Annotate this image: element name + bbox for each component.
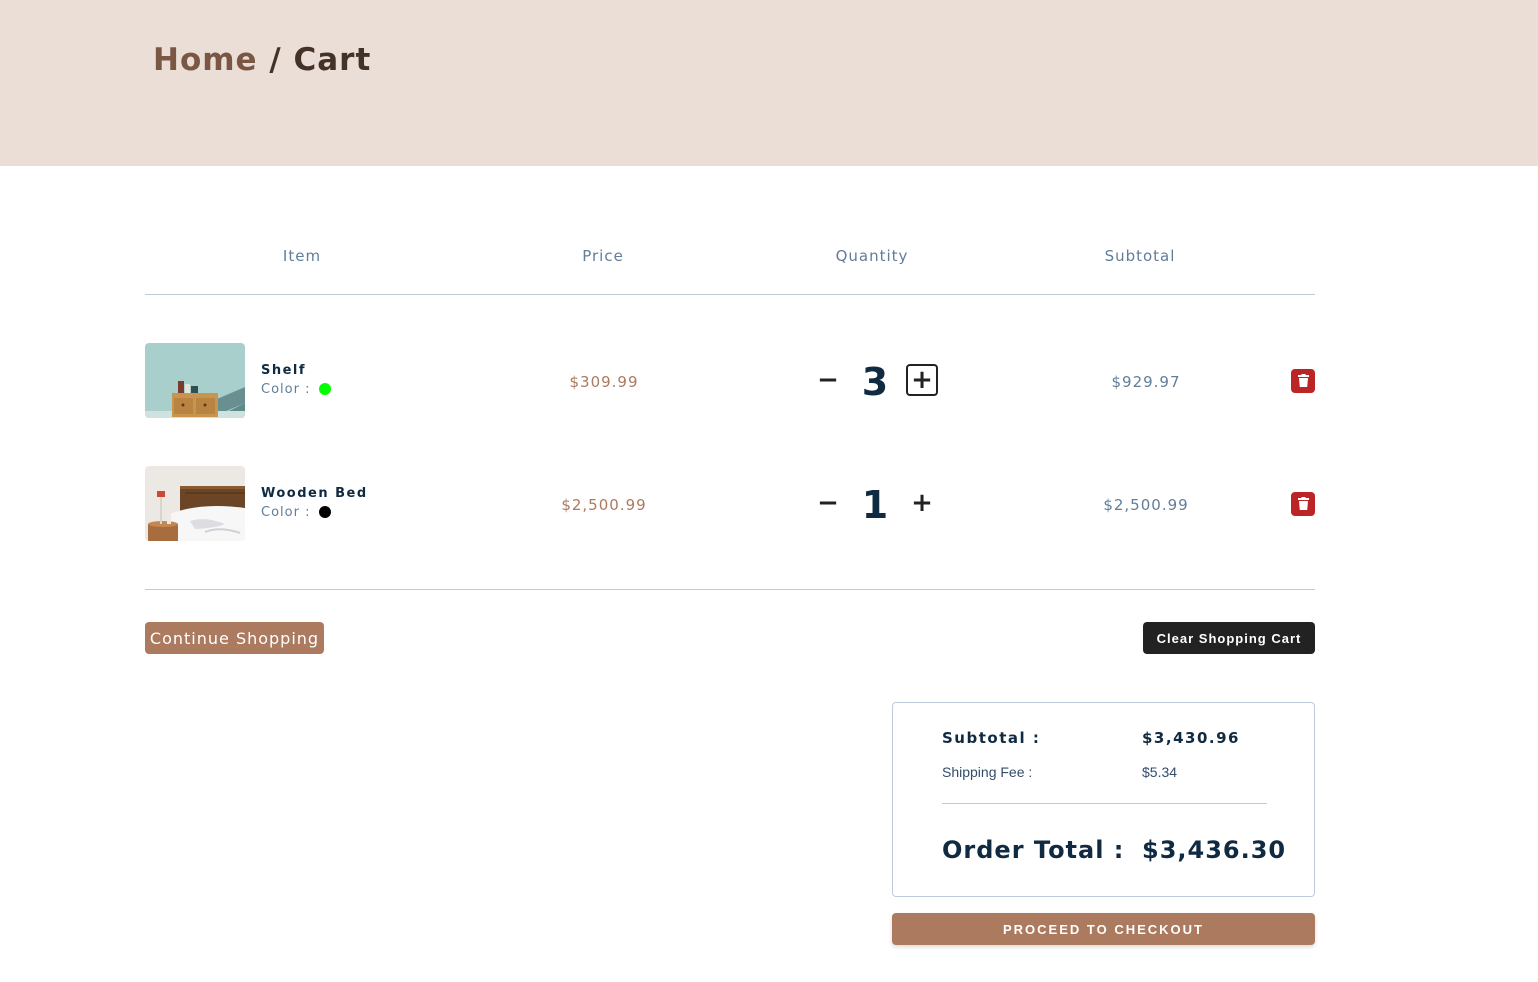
- increase-quantity-button[interactable]: +: [906, 487, 938, 519]
- item-name: Shelf: [261, 363, 307, 378]
- page-hero: Home / Cart: [0, 0, 1538, 166]
- cart-item-row: Wooden Bed Color : $2,500.99 − 1 + $2,50…: [145, 466, 1315, 542]
- item-color-label: Color :: [261, 382, 311, 397]
- item-quantity: 1: [861, 483, 889, 527]
- cart-item-row: Shelf Color : $309.99 − 3 + $929.97: [145, 343, 1315, 419]
- remove-item-button[interactable]: [1291, 369, 1315, 393]
- breadcrumb: Home / Cart: [153, 42, 371, 78]
- breadcrumb-home-link[interactable]: Home: [153, 42, 258, 78]
- decrease-quantity-button[interactable]: −: [812, 487, 844, 519]
- item-name: Wooden Bed: [261, 486, 368, 501]
- order-total-label: Order Total :: [942, 836, 1125, 864]
- color-swatch: [319, 506, 331, 518]
- item-color-label: Color :: [261, 505, 311, 520]
- continue-shopping-button[interactable]: Continue Shopping: [145, 622, 324, 654]
- header-divider: [145, 294, 1315, 295]
- proceed-to-checkout-button[interactable]: PROCEED TO CHECKOUT: [892, 913, 1315, 945]
- bed-photo: [145, 466, 245, 541]
- column-header-price: Price: [582, 247, 624, 265]
- items-divider: [145, 589, 1315, 590]
- summary-divider: [942, 803, 1267, 804]
- column-header-item: Item: [282, 247, 322, 265]
- increase-quantity-button[interactable]: +: [906, 364, 938, 396]
- item-subtotal: $2,500.99: [1103, 496, 1189, 514]
- shipping-fee-label: Shipping Fee :: [942, 764, 1033, 780]
- trash-icon: [1297, 497, 1309, 510]
- decrease-quantity-button[interactable]: −: [812, 364, 844, 396]
- item-subtotal: $929.97: [1111, 373, 1181, 391]
- shelf-photo: [145, 343, 245, 418]
- breadcrumb-separator: /: [257, 42, 294, 78]
- column-header-subtotal: Subtotal: [1104, 247, 1176, 265]
- trash-icon: [1297, 374, 1309, 387]
- order-summary: Subtotal : $3,430.96 Shipping Fee : $5.3…: [892, 702, 1315, 897]
- breadcrumb-current: Cart: [293, 42, 372, 78]
- color-swatch: [319, 383, 331, 395]
- item-quantity: 3: [861, 360, 889, 404]
- remove-item-button[interactable]: [1291, 492, 1315, 516]
- subtotal-value: $3,430.96: [1142, 729, 1240, 747]
- shipping-fee-value: $5.34: [1142, 764, 1178, 780]
- column-header-quantity: Quantity: [835, 247, 909, 265]
- order-total-value: $3,436.30: [1142, 836, 1287, 864]
- item-price: $309.99: [569, 373, 639, 391]
- item-price: $2,500.99: [561, 496, 647, 514]
- clear-cart-button[interactable]: Clear Shopping Cart: [1143, 622, 1315, 654]
- subtotal-label: Subtotal :: [942, 729, 1041, 747]
